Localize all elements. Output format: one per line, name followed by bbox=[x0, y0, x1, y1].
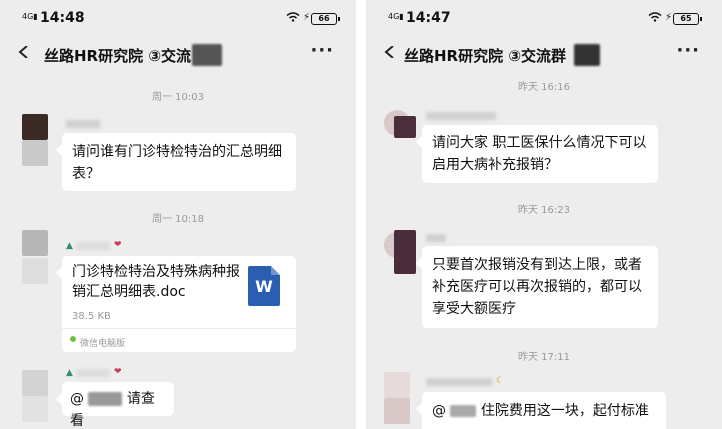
back-arrow-icon[interactable] bbox=[384, 46, 396, 58]
sender-name bbox=[426, 378, 492, 386]
message-timestamp: 周一 10:18 bbox=[152, 214, 204, 225]
right-chat-screen: 4G▮ 14:47 ⚡ 65 丝路HR研究院 ③交流群 ··· 昨天 16:16… bbox=[366, 0, 722, 429]
tree-icon: ▲ bbox=[66, 241, 73, 251]
sender-name bbox=[76, 369, 110, 377]
status-bar: 4G▮ 14:48 ⚡ 66 bbox=[0, 0, 356, 36]
file-source: 微信电脑版 bbox=[62, 328, 296, 349]
mention: @ bbox=[432, 403, 446, 419]
mention: @ bbox=[70, 391, 84, 407]
message-timestamp: 昨天 17:11 bbox=[518, 352, 570, 363]
sender-name bbox=[426, 234, 446, 242]
sender-name bbox=[66, 120, 100, 128]
battery-icon: 65 bbox=[673, 13, 702, 25]
pc-wechat-icon bbox=[70, 336, 76, 342]
lips-icon: ❤ bbox=[114, 240, 122, 250]
charging-icon: ⚡ bbox=[665, 12, 673, 23]
avatar bbox=[394, 230, 416, 274]
word-document-icon: W bbox=[248, 266, 280, 306]
message-text: 请问大家 职工医保什么情况下可以启用大病补充报销？ bbox=[432, 135, 647, 173]
battery-icon: 66 bbox=[311, 13, 340, 25]
status-time: 14:47 bbox=[406, 10, 451, 26]
sender-name bbox=[76, 242, 110, 250]
message-bubble[interactable]: @ 请查看 bbox=[56, 382, 174, 429]
avatar bbox=[22, 140, 48, 166]
message-text: 住院费用这一块，起付标准 bbox=[480, 403, 649, 419]
status-time: 14:48 bbox=[40, 10, 85, 26]
wifi-icon bbox=[648, 12, 662, 22]
message-timestamp: 昨天 16:23 bbox=[518, 205, 570, 216]
file-message[interactable]: 门诊特检特治及特殊病种报销汇总明细表.doc 38.5 KB W 微信电脑版 bbox=[56, 256, 296, 352]
more-options-button[interactable]: ··· bbox=[310, 40, 334, 61]
moon-icon: ☾ bbox=[496, 376, 505, 386]
sender-name bbox=[426, 112, 496, 120]
message-bubble[interactable]: 只要首次报销没有到达上限，或者补充医疗可以再次报销的，都可以享受大额医疗 bbox=[416, 246, 658, 328]
message-text: 请问谁有门诊特检特治的汇总明细表？ bbox=[72, 144, 282, 182]
redacted-group-name bbox=[192, 44, 222, 66]
file-name: 门诊特检特治及特殊病种报销汇总明细表.doc bbox=[72, 264, 240, 300]
group-title: 丝路HR研究院 ③交流群 bbox=[404, 47, 567, 65]
message-timestamp: 周一 10:03 bbox=[152, 92, 204, 103]
message-bubble[interactable]: 请问谁有门诊特检特治的汇总明细表？ bbox=[56, 133, 296, 191]
status-bar: 4G▮ 14:47 ⚡ 65 bbox=[366, 0, 722, 36]
chat-header: 丝路HR研究院 ③交流群 ··· bbox=[366, 36, 722, 76]
avatar bbox=[394, 116, 416, 138]
avatar[interactable] bbox=[22, 370, 48, 396]
back-arrow-icon[interactable] bbox=[18, 46, 30, 58]
message-bubble[interactable]: @ 住院费用这一块，起付标准 bbox=[416, 392, 666, 429]
redacted-group-name bbox=[574, 44, 600, 66]
signal-icon: 4G▮ bbox=[388, 12, 404, 21]
avatar[interactable] bbox=[384, 372, 410, 398]
tree-icon: ▲ bbox=[66, 368, 73, 378]
redacted-name bbox=[450, 405, 477, 417]
wifi-icon bbox=[286, 12, 300, 22]
more-options-button[interactable]: ··· bbox=[676, 40, 700, 61]
message-bubble[interactable]: 请问大家 职工医保什么情况下可以启用大病补充报销？ bbox=[416, 125, 658, 183]
chat-header: 丝路HR研究院 ③交流 ··· bbox=[0, 36, 356, 76]
panel-divider bbox=[356, 0, 366, 429]
file-size: 38.5 KB bbox=[72, 311, 111, 322]
avatar[interactable] bbox=[22, 114, 48, 140]
message-timestamp: 昨天 16:16 bbox=[518, 82, 570, 93]
message-text: 只要首次报销没有到达上限，或者补充医疗可以再次报销的，都可以享受大额医疗 bbox=[432, 257, 642, 317]
signal-icon: 4G▮ bbox=[22, 12, 38, 21]
avatar bbox=[22, 396, 48, 422]
lips-icon: ❤ bbox=[114, 367, 122, 377]
avatar bbox=[384, 398, 410, 424]
avatar bbox=[22, 258, 48, 284]
left-chat-screen: 4G▮ 14:48 ⚡ 66 丝路HR研究院 ③交流 ··· 周一 10:03 … bbox=[0, 0, 356, 429]
group-title: 丝路HR研究院 ③交流 bbox=[44, 47, 192, 65]
redacted-name bbox=[88, 392, 123, 406]
charging-icon: ⚡ bbox=[303, 12, 311, 23]
avatar[interactable] bbox=[22, 230, 48, 256]
